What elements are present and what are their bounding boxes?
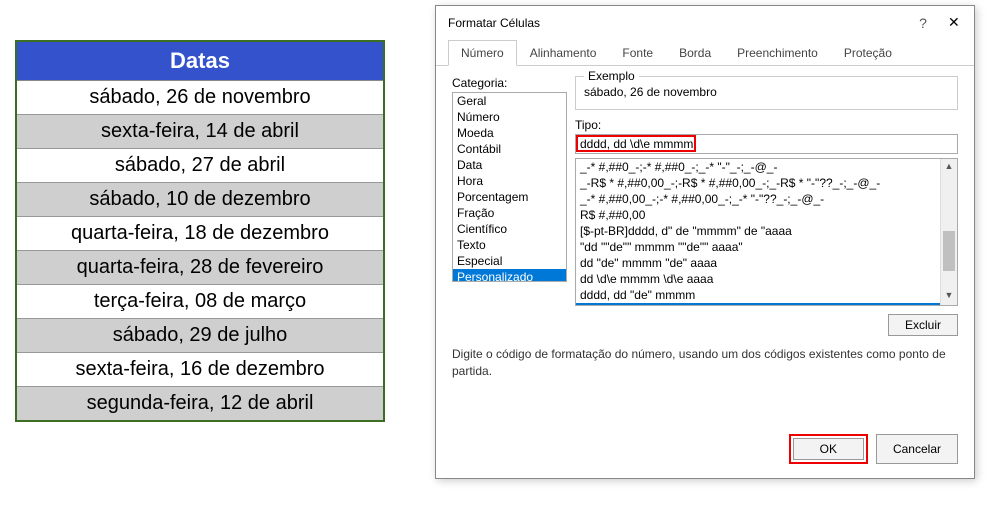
table-row: quarta-feira, 28 de fevereiro bbox=[17, 251, 383, 285]
scroll-thumb[interactable] bbox=[943, 231, 955, 271]
dates-table: Datas sábado, 26 de novembro sexta-feira… bbox=[15, 40, 385, 422]
tab-numero[interactable]: Número bbox=[448, 40, 517, 66]
format-list[interactable]: _-* #,##0_-;-* #,##0_-;_-* "-"_-;_-@_- _… bbox=[575, 158, 958, 306]
category-item-numero[interactable]: Número bbox=[453, 109, 566, 125]
ok-button[interactable]: OK bbox=[793, 438, 864, 460]
format-item[interactable]: dd \d\e mmmm \d\e aaaa bbox=[576, 271, 940, 287]
helper-text: Digite o código de formatação do número,… bbox=[452, 346, 958, 380]
tab-alinhamento[interactable]: Alinhamento bbox=[517, 40, 610, 66]
help-button[interactable]: ? bbox=[908, 13, 938, 33]
table-header-cell: Datas bbox=[17, 42, 383, 81]
exemplo-value: sábado, 26 de novembro bbox=[584, 85, 949, 99]
dialog-titlebar: Formatar Células ? ✕ bbox=[436, 6, 974, 39]
tab-preenchimento[interactable]: Preenchimento bbox=[724, 40, 831, 66]
table-row: terça-feira, 08 de março bbox=[17, 285, 383, 319]
table-row: sexta-feira, 14 de abril bbox=[17, 115, 383, 149]
table-row: sábado, 10 de dezembro bbox=[17, 183, 383, 217]
tab-protecao[interactable]: Proteção bbox=[831, 40, 905, 66]
tab-fonte[interactable]: Fonte bbox=[609, 40, 666, 66]
category-item-texto[interactable]: Texto bbox=[453, 237, 566, 253]
category-item-personalizado[interactable]: Personalizado bbox=[453, 269, 566, 282]
highlight-ok-box: OK bbox=[789, 434, 868, 464]
scroll-up-icon[interactable]: ▲ bbox=[941, 159, 957, 176]
exemplo-label: Exemplo bbox=[584, 69, 639, 83]
format-item[interactable]: dd "de" mmmm "de" aaaa bbox=[576, 255, 940, 271]
format-item[interactable]: R$ #,##0,00 bbox=[576, 207, 940, 223]
cancel-button[interactable]: Cancelar bbox=[876, 434, 958, 464]
format-item[interactable]: _-* #,##0,00_-;-* #,##0,00_-;_-* "-"??_-… bbox=[576, 191, 940, 207]
category-item-contabil[interactable]: Contábil bbox=[453, 141, 566, 157]
table-row: sexta-feira, 16 de dezembro bbox=[17, 353, 383, 387]
tipo-input[interactable] bbox=[575, 134, 958, 154]
category-item-cientifico[interactable]: Científico bbox=[453, 221, 566, 237]
scroll-track[interactable] bbox=[941, 176, 957, 288]
table-row: quarta-feira, 18 de dezembro bbox=[17, 217, 383, 251]
category-item-hora[interactable]: Hora bbox=[453, 173, 566, 189]
category-item-especial[interactable]: Especial bbox=[453, 253, 566, 269]
format-item[interactable]: _-* #,##0_-;-* #,##0_-;_-* "-"_-;_-@_- bbox=[576, 159, 940, 175]
format-item[interactable]: "dd ""de"" mmmm ""de"" aaaa" bbox=[576, 239, 940, 255]
category-item-geral[interactable]: Geral bbox=[453, 93, 566, 109]
category-item-data[interactable]: Data bbox=[453, 157, 566, 173]
format-list-scrollbar[interactable]: ▲ ▼ bbox=[940, 159, 957, 305]
scroll-down-icon[interactable]: ▼ bbox=[941, 288, 957, 305]
category-item-fracao[interactable]: Fração bbox=[453, 205, 566, 221]
format-item[interactable]: _-R$ * #,##0,00_-;-R$ * #,##0,00_-;_-R$ … bbox=[576, 175, 940, 191]
table-row: sábado, 27 de abril bbox=[17, 149, 383, 183]
categoria-label: Categoria: bbox=[452, 76, 567, 90]
format-cells-dialog: Formatar Células ? ✕ Número Alinhamento … bbox=[435, 5, 975, 479]
excluir-button[interactable]: Excluir bbox=[888, 314, 958, 336]
exemplo-fieldset: Exemplo sábado, 26 de novembro bbox=[575, 76, 958, 110]
table-row: sábado, 29 de julho bbox=[17, 319, 383, 353]
category-listbox[interactable]: Geral Número Moeda Contábil Data Hora Po… bbox=[452, 92, 567, 282]
tab-borda[interactable]: Borda bbox=[666, 40, 724, 66]
dialog-title: Formatar Células bbox=[448, 16, 908, 30]
table-row: segunda-feira, 12 de abril bbox=[17, 387, 383, 420]
tipo-label: Tipo: bbox=[575, 118, 958, 132]
format-item[interactable]: [$-pt-BR]dddd, d" de "mmmm" de "aaaa bbox=[576, 223, 940, 239]
format-item-selected[interactable]: dddd, dd \d\e mmmm bbox=[576, 303, 940, 305]
close-button[interactable]: ✕ bbox=[938, 12, 968, 33]
category-item-moeda[interactable]: Moeda bbox=[453, 125, 566, 141]
table-row: sábado, 26 de novembro bbox=[17, 81, 383, 115]
category-item-porcentagem[interactable]: Porcentagem bbox=[453, 189, 566, 205]
dialog-tabs: Número Alinhamento Fonte Borda Preenchim… bbox=[436, 39, 974, 66]
format-item[interactable]: dddd, dd "de" mmmm bbox=[576, 287, 940, 303]
